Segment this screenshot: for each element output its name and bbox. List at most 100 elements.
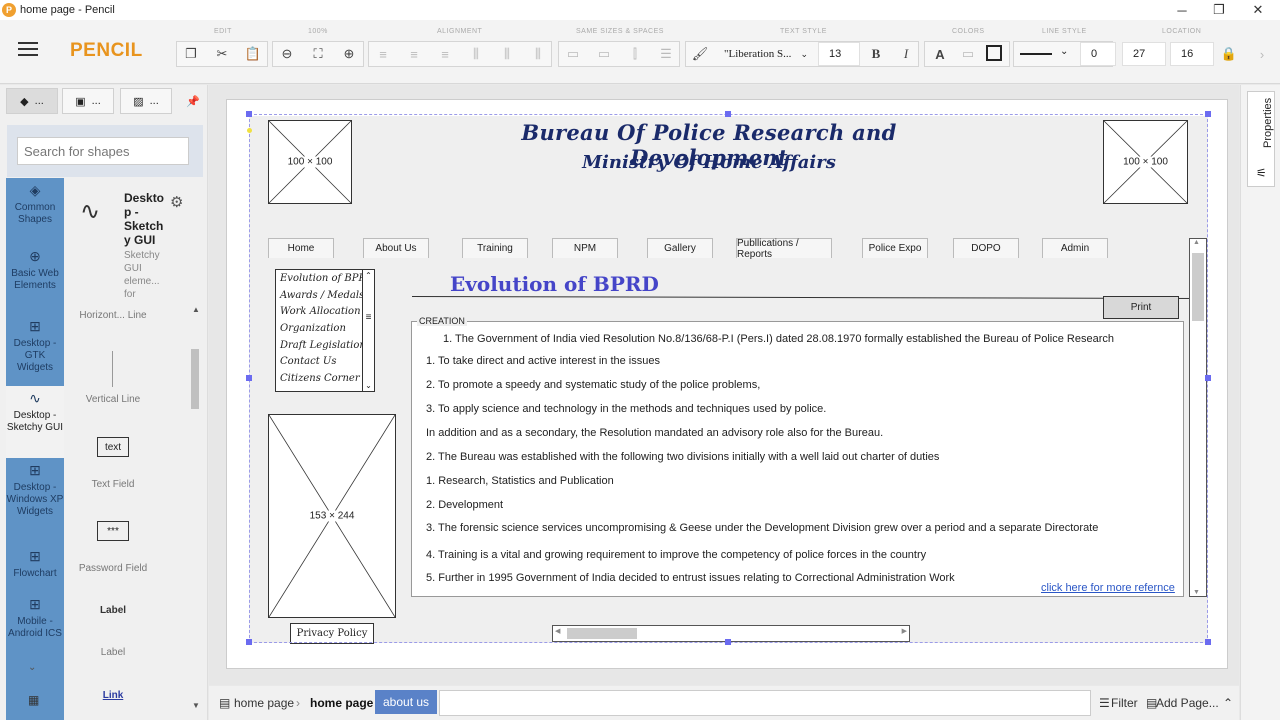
- zoom-out-icon[interactable]: ⊖: [273, 42, 301, 66]
- scroll-right-icon[interactable]: ▶: [902, 627, 907, 635]
- anchor-handle[interactable]: [247, 128, 252, 133]
- resize-handle[interactable]: [1205, 375, 1211, 381]
- chevron-down-icon[interactable]: ⌄: [1060, 46, 1068, 57]
- chevron-up-icon[interactable]: ⌃: [363, 271, 374, 280]
- list-item[interactable]: Citizens Corner: [276, 370, 362, 387]
- space-v-icon[interactable]: ☰: [652, 42, 680, 66]
- tab-collections[interactable]: ◆...: [6, 88, 58, 114]
- menu-icon[interactable]: [18, 42, 38, 56]
- same-height-icon[interactable]: ▭: [590, 42, 618, 66]
- fit-icon[interactable]: ⛶: [304, 42, 332, 66]
- resize-handle[interactable]: [246, 639, 252, 645]
- scroll-up-icon[interactable]: ▲: [1193, 239, 1200, 246]
- resize-handle[interactable]: [725, 639, 731, 645]
- resize-handle[interactable]: [725, 111, 731, 117]
- scroll-up-icon[interactable]: ▲: [192, 305, 200, 314]
- italic-button[interactable]: I: [892, 42, 920, 66]
- shape-vertical-line[interactable]: Vertical Line: [70, 395, 156, 405]
- properties-tab[interactable]: Properties ⚟: [1247, 91, 1275, 187]
- location-y-input[interactable]: 16: [1170, 42, 1214, 66]
- breadcrumb-home-page[interactable]: home page: [234, 696, 294, 710]
- resize-handle[interactable]: [1205, 639, 1211, 645]
- list-item[interactable]: Draft Legislation: [276, 337, 362, 354]
- collection-android[interactable]: ⊞ Mobile - Android ICS: [6, 592, 64, 658]
- minimize-button[interactable]: ─: [1162, 0, 1202, 20]
- chevron-down-icon[interactable]: ⌄: [28, 662, 36, 673]
- collection-sketchy-gui[interactable]: ∿ Desktop - Sketchy GUI: [6, 386, 64, 458]
- fill-color-button[interactable]: ▭: [954, 42, 982, 66]
- content-horizontal-scrollbar[interactable]: ◀ ▶: [552, 625, 910, 642]
- stroke-color-button[interactable]: [986, 45, 1002, 61]
- nav-admin[interactable]: Admin: [1042, 238, 1108, 258]
- chevron-up-icon[interactable]: ⌃: [1223, 696, 1233, 710]
- resize-handle[interactable]: [246, 375, 252, 381]
- collection-flowchart[interactable]: ⊞ Flowchart: [6, 544, 64, 592]
- font-size-input[interactable]: 13: [818, 42, 860, 66]
- nav-publications[interactable]: Publlications / Reports: [736, 238, 832, 260]
- logo-right-placeholder[interactable]: 100 × 100: [1103, 120, 1188, 204]
- tab-private-collections[interactable]: ▣...: [62, 88, 114, 114]
- align-left-icon[interactable]: ≡: [369, 42, 397, 66]
- logo-left-placeholder[interactable]: 100 × 100: [268, 120, 352, 204]
- line-width-input[interactable]: 0: [1080, 42, 1116, 66]
- tab-clipart[interactable]: ▨...: [120, 88, 172, 114]
- collection-common-shapes[interactable]: ◈ Common Shapes: [6, 178, 64, 244]
- align-middle-icon[interactable]: ⫼: [493, 42, 521, 66]
- scroll-thumb[interactable]: [191, 349, 199, 409]
- nav-about-us[interactable]: About Us: [363, 238, 429, 258]
- chevron-down-icon[interactable]: ⌄: [363, 381, 374, 390]
- line-style-preview[interactable]: [1020, 53, 1052, 55]
- gear-icon[interactable]: ⚙: [170, 193, 183, 211]
- side-image-placeholder[interactable]: 153 × 244: [268, 414, 396, 618]
- sidebar-scrollbar[interactable]: ▲ ▼: [189, 305, 201, 715]
- zoom-in-icon[interactable]: ⊕: [335, 42, 363, 66]
- align-bottom-icon[interactable]: ⫼: [524, 42, 552, 66]
- pin-icon[interactable]: 📌: [186, 95, 200, 108]
- nav-dopo[interactable]: DOPO: [953, 238, 1019, 258]
- align-top-icon[interactable]: ⫼: [462, 42, 490, 66]
- maximize-button[interactable]: ❐: [1199, 0, 1239, 20]
- resize-handle[interactable]: [246, 111, 252, 117]
- print-button[interactable]: Print: [1103, 296, 1179, 319]
- scroll-down-icon[interactable]: ▼: [1193, 589, 1200, 596]
- paste-icon[interactable]: 📋: [239, 42, 267, 66]
- filter-button[interactable]: Filter: [1111, 696, 1138, 710]
- align-center-icon[interactable]: ≡: [400, 42, 428, 66]
- nav-gallery[interactable]: Gallery: [647, 238, 713, 258]
- shape-link[interactable]: Link: [97, 690, 129, 701]
- scroll-thumb[interactable]: [1192, 253, 1204, 321]
- page-tab-about-us[interactable]: about us: [375, 690, 438, 714]
- listbox-scrollbar[interactable]: ⌃ ≡ ⌄: [362, 270, 374, 391]
- shape-label[interactable]: Label: [70, 648, 156, 658]
- mockup-background[interactable]: 100 × 100 100 × 100 Bureau Of Police Res…: [249, 116, 1208, 644]
- lock-icon[interactable]: 🔒: [1215, 42, 1243, 66]
- shape-horizontal-line[interactable]: Horizont... Line: [70, 311, 156, 321]
- shape-password-field[interactable]: Password Field: [70, 564, 156, 574]
- collection-basic-web[interactable]: ⊕ Basic Web Elements: [6, 244, 64, 314]
- list-item[interactable]: Work Allocation: [276, 303, 362, 320]
- text-color-button[interactable]: A: [926, 42, 954, 66]
- space-h-icon[interactable]: ⫿: [621, 42, 649, 66]
- scroll-thumb[interactable]: [567, 628, 637, 639]
- search-input[interactable]: [17, 137, 189, 165]
- font-family-select[interactable]: "Liberation S... ⌄: [718, 42, 814, 66]
- collection-windows-xp[interactable]: ⊞ Desktop - Windows XP Widgets: [6, 458, 64, 544]
- collection-gtk[interactable]: ⊞ Desktop - GTK Widgets: [6, 314, 64, 386]
- align-right-icon[interactable]: ≡: [431, 42, 459, 66]
- list-item[interactable]: Contact Us: [276, 353, 362, 370]
- resize-handle[interactable]: [1205, 111, 1211, 117]
- content-vertical-scrollbar[interactable]: ▲ ▼: [1189, 238, 1207, 597]
- privacy-policy-button[interactable]: Privacy Policy: [290, 623, 374, 644]
- format-painter-icon[interactable]: 🖌: [686, 42, 714, 66]
- chevron-right-icon[interactable]: ›: [1250, 42, 1274, 66]
- location-x-input[interactable]: 27: [1122, 42, 1166, 66]
- sidebar-listbox[interactable]: Evolution of BPRD Awards / Medals Work A…: [275, 269, 375, 392]
- nav-police-expo[interactable]: Police Expo: [862, 238, 928, 258]
- scroll-down-icon[interactable]: ▼: [192, 701, 200, 710]
- scroll-left-icon[interactable]: ◀: [555, 627, 560, 635]
- nav-npm[interactable]: NPM: [552, 238, 618, 258]
- nav-home[interactable]: Home: [268, 238, 334, 258]
- list-item[interactable]: Organization: [276, 320, 362, 337]
- apps-grid-icon[interactable]: ▦: [28, 693, 39, 707]
- same-width-icon[interactable]: ▭: [559, 42, 587, 66]
